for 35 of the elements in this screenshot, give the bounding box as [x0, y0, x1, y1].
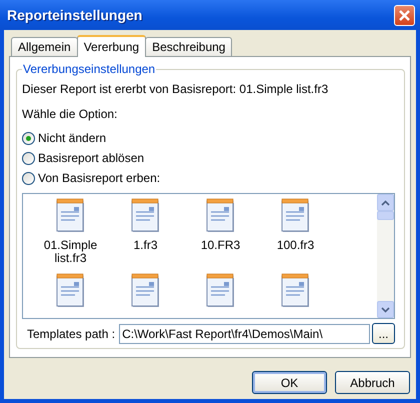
radio-button[interactable]	[22, 132, 35, 144]
info-text: Dieser Report ist ererbt von Basisreport: 01.Simple list.fr3	[22, 82, 330, 97]
dialog-button[interactable]: Abbruch	[335, 371, 410, 394]
path-label: Templates path :	[27, 326, 116, 340]
radio-option[interactable]: Basisreport ablösen	[22, 151, 395, 165]
scroll-down-button[interactable]	[377, 301, 394, 318]
prompt-label: Wähle die Option:	[22, 107, 118, 122]
tab[interactable]: Allgemein	[11, 37, 78, 56]
template-list[interactable]: 01.Simple list.fr3 1.fr3 10.FR3 100.fr3	[22, 193, 395, 319]
file-name: 100.fr3	[276, 239, 316, 252]
group-title: Vererbungseinstellungen	[22, 62, 156, 76]
browse-button[interactable]: ...	[372, 323, 395, 344]
dialog-button[interactable]: OK	[252, 371, 327, 394]
chevron-up-icon	[381, 200, 390, 206]
close-button[interactable]	[394, 4, 415, 26]
radio-button[interactable]	[22, 172, 35, 184]
scrollbar[interactable]	[377, 194, 394, 318]
template-item[interactable]: 100.fr3	[258, 198, 333, 273]
scroll-thumb[interactable]	[377, 211, 394, 220]
radio-option[interactable]: Von Basisreport erben:	[22, 171, 395, 185]
scroll-up-button[interactable]	[377, 194, 394, 211]
close-icon	[398, 8, 411, 22]
radio-button[interactable]	[22, 152, 35, 164]
file-name: 1.fr3	[132, 239, 158, 252]
tab[interactable]: Vererbung	[76, 35, 146, 57]
template-item[interactable]: 1.fr3	[108, 198, 183, 273]
chevron-down-icon	[381, 306, 390, 312]
template-item[interactable]: 01.Simple list.fr3	[33, 198, 108, 273]
window-title: Reporteinstellungen	[7, 7, 142, 23]
file-name: 10.FR3	[200, 239, 242, 252]
path-field[interactable]: C:\Work\Fast Report\fr4\Demos\Main\	[119, 324, 370, 344]
file-name: 01.Simple list.fr3	[42, 239, 98, 265]
template-item[interactable]: 10.FR3	[183, 198, 258, 273]
tab[interactable]: Beschreibung	[145, 37, 232, 56]
radio-option[interactable]: Nicht ändern	[22, 131, 395, 145]
